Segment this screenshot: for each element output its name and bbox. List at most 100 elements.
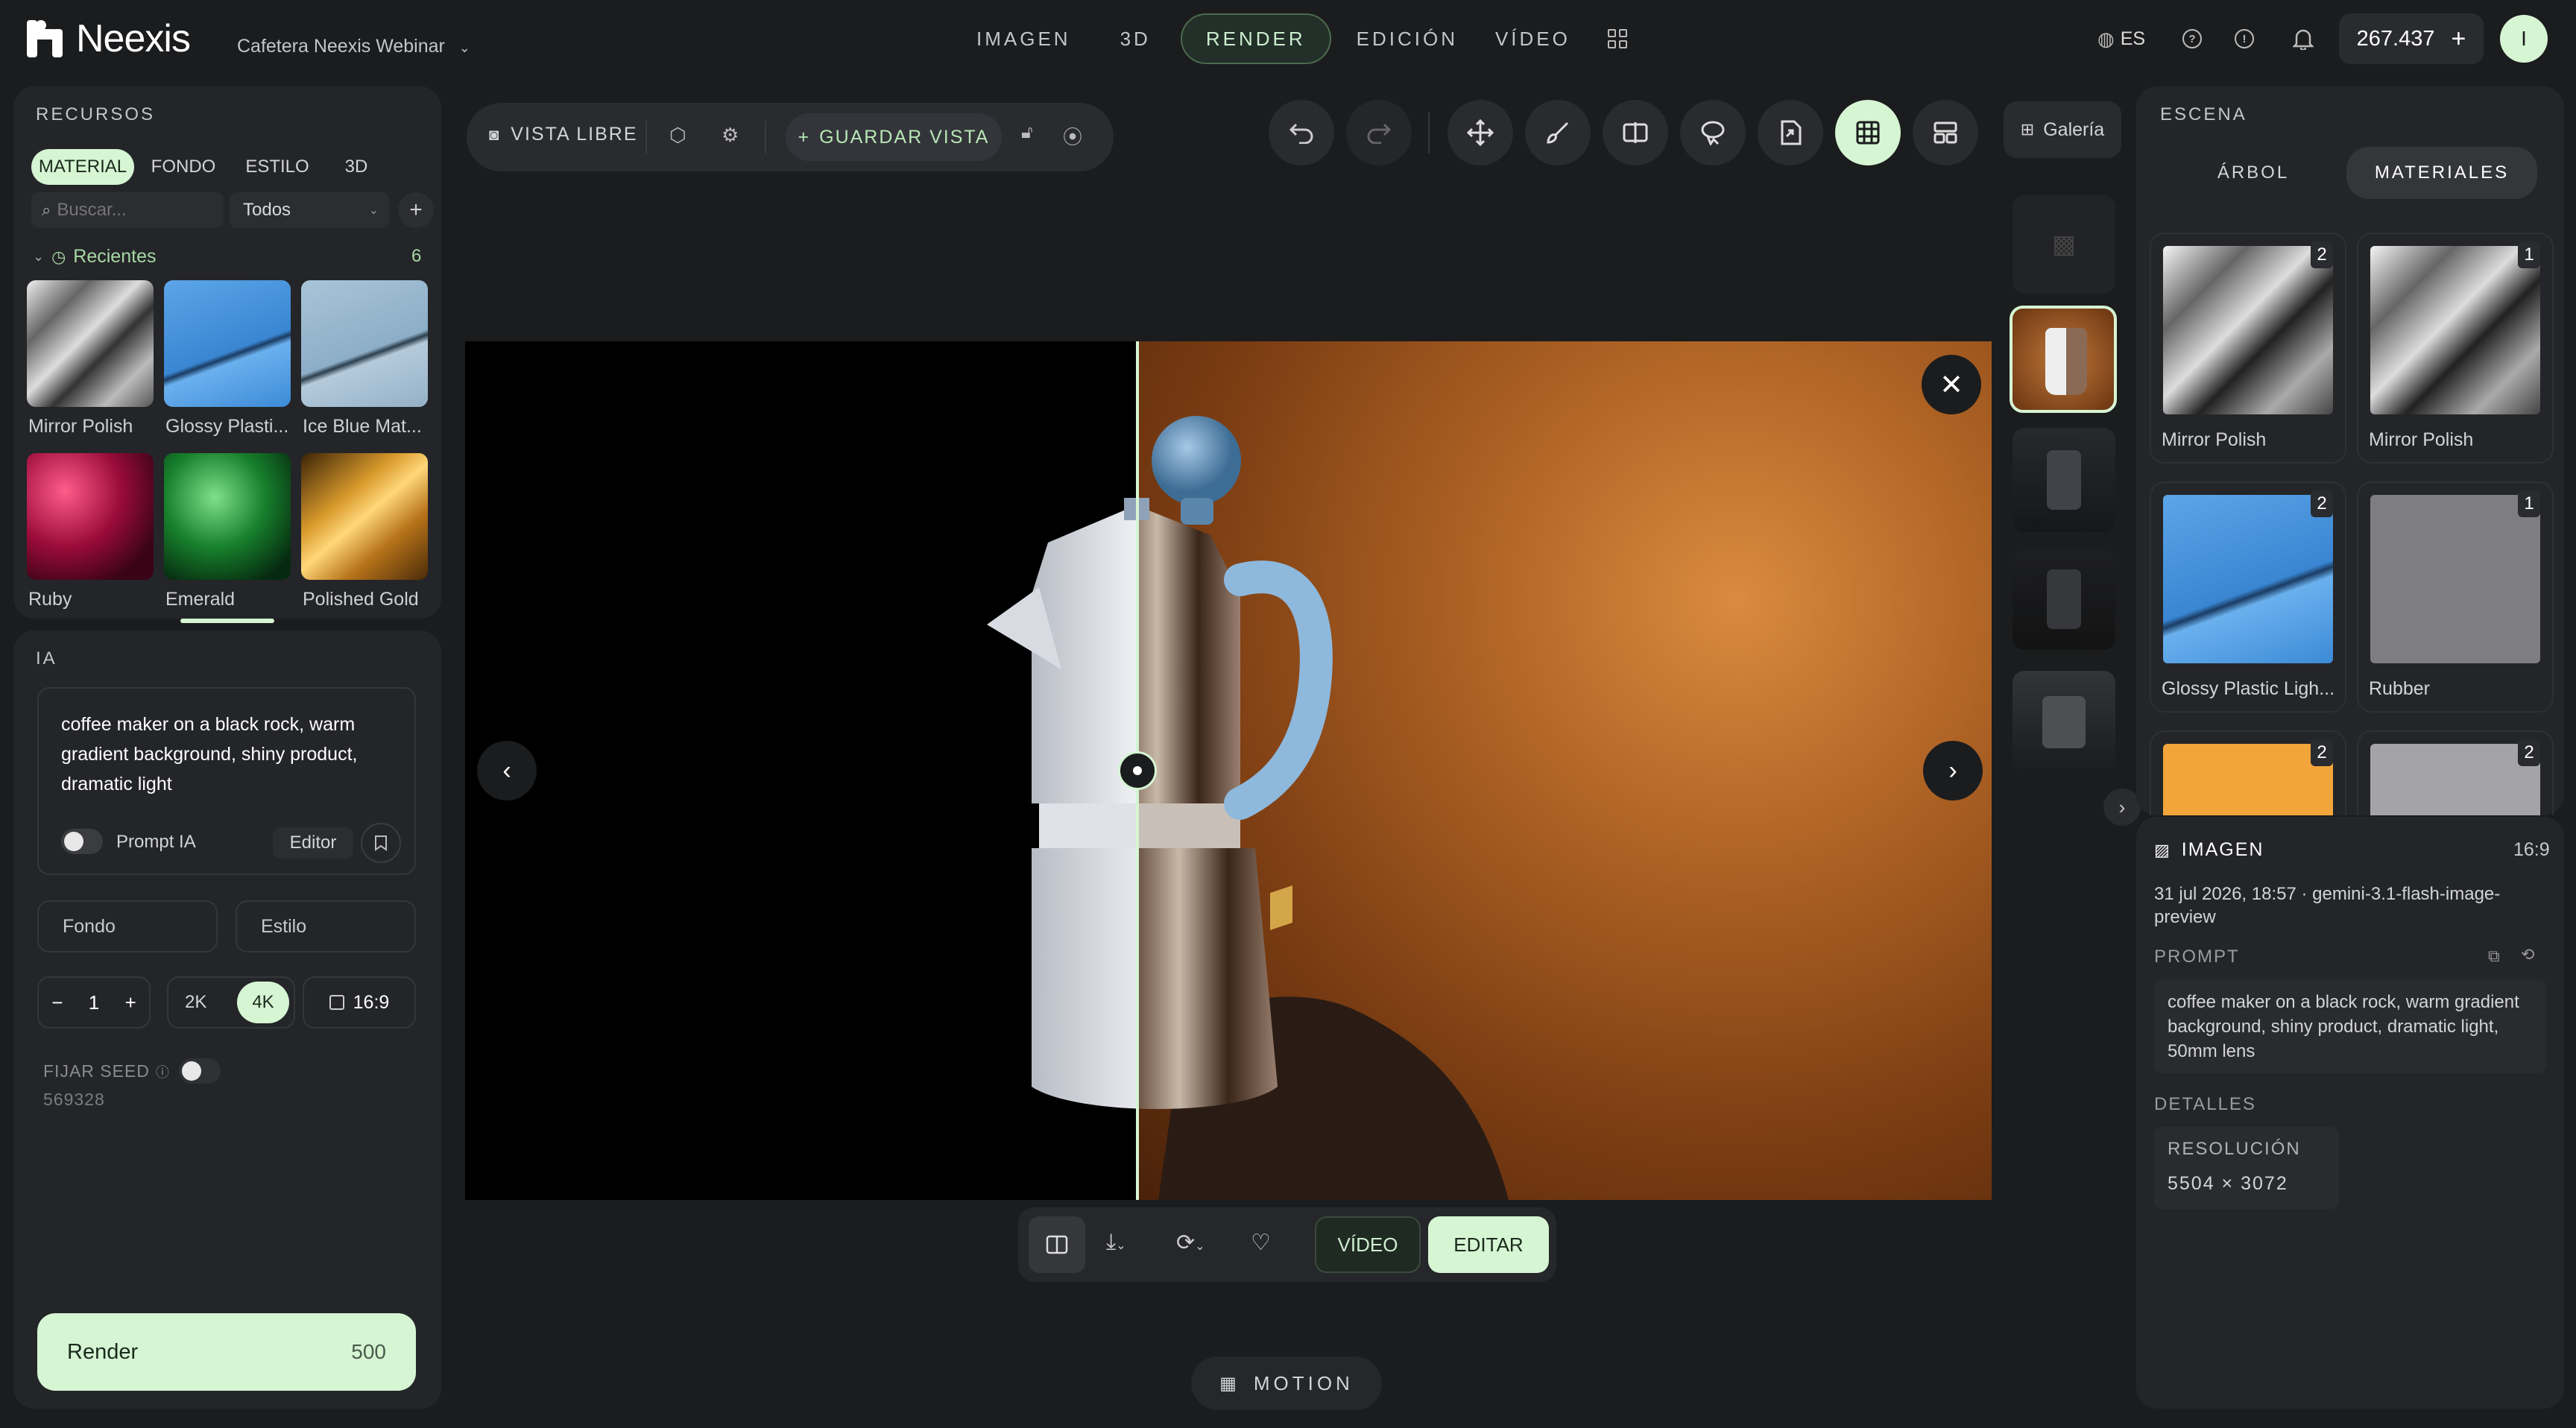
editor-button[interactable]: Editor (273, 827, 353, 859)
material-thumb-polished-gold[interactable] (301, 453, 428, 580)
scene-material-card[interactable]: 2 Mirror Polish (2150, 233, 2346, 464)
nav-3d[interactable]: 3D (1101, 13, 1170, 64)
bell-icon[interactable] (2293, 13, 2314, 64)
compare-handle[interactable] (1118, 751, 1157, 790)
gallery-placeholder-thumb[interactable]: ▩ (2012, 195, 2115, 294)
resolution-2k[interactable]: 2K (185, 992, 206, 1013)
scene-material-card[interactable]: 2 (2150, 730, 2346, 815)
cube-icon[interactable]: ⬡ (669, 124, 686, 147)
brand-name: Neexis (76, 17, 191, 60)
fondo-button[interactable]: Fondo (37, 900, 218, 952)
bookmark-icon[interactable] (361, 823, 401, 863)
film-icon: ▦ (1219, 1373, 1240, 1394)
reuse-prompt-icon[interactable]: ⟲ (2521, 945, 2534, 964)
tab-materiales[interactable]: MATERIALES (2346, 147, 2537, 199)
gallery-thumb[interactable] (2012, 428, 2115, 532)
lasso-icon[interactable] (1680, 100, 1746, 165)
filter-select[interactable]: Todos ⌄ (230, 192, 389, 228)
tab-material[interactable]: MATERIAL (31, 149, 134, 185)
avatar[interactable]: I (2500, 15, 2548, 63)
prompt-text[interactable]: coffee maker on a black rock, warm gradi… (61, 710, 389, 799)
tab-fondo[interactable]: FONDO (139, 149, 228, 185)
tab-arbol[interactable]: ÁRBOL (2160, 147, 2346, 199)
language-code: ES (2120, 28, 2146, 49)
brush-icon[interactable] (1525, 100, 1591, 165)
split-view-icon[interactable] (1029, 1216, 1085, 1273)
scene-tabs: ÁRBOL MATERIALES (2160, 145, 2540, 201)
compare-icon[interactable] (1603, 100, 1668, 165)
material-thumb-ice-blue[interactable] (301, 280, 428, 407)
gallery-thumb[interactable] (2012, 550, 2115, 650)
usage-count-badge: 2 (2311, 739, 2333, 766)
save-view-button[interactable]: + GUARDAR VISTA (786, 113, 1002, 161)
apps-grid-icon[interactable] (1607, 29, 1627, 48)
motion-button[interactable]: ▦ MOTION (1191, 1356, 1382, 1410)
scene-material-card[interactable]: 1 Rubber (2357, 481, 2554, 713)
motion-label: MOTION (1253, 1371, 1354, 1394)
scroll-indicator[interactable] (180, 619, 274, 623)
recents-count: 6 (411, 246, 422, 266)
seed-toggle[interactable] (179, 1058, 221, 1084)
project-selector[interactable]: Cafetera Neexis Webinar ⌄ (237, 36, 470, 57)
video-button[interactable]: VÍDEO (1315, 1216, 1421, 1273)
nav-edicion[interactable]: EDICIÓN (1342, 13, 1473, 64)
search-input[interactable]: ⌕ (31, 192, 224, 228)
previous-arrow-icon[interactable]: ‹ (477, 741, 537, 800)
recents-section-header[interactable]: ⌄ ◷ Recientes (33, 246, 156, 268)
material-thumb-mirror-polish[interactable] (27, 280, 154, 407)
plus-button[interactable]: + (125, 991, 136, 1014)
settings-icon[interactable]: ⚙ (722, 124, 739, 147)
scene-material-card[interactable]: 2 (2357, 730, 2554, 815)
scene-title: ESCENA (2160, 104, 2247, 124)
info-icon[interactable]: ! (2235, 29, 2254, 48)
regenerate-icon[interactable]: ⟳⌄ (1176, 1230, 1205, 1256)
material-thumb-emerald[interactable] (164, 453, 291, 580)
copy-icon[interactable]: ⧉ (2488, 947, 2500, 966)
grid-icon[interactable] (1835, 100, 1901, 165)
scene-material-card[interactable]: 1 Mirror Polish (2357, 233, 2554, 464)
material-preview (2163, 246, 2333, 414)
render-button[interactable]: Render 500 (37, 1313, 416, 1391)
heart-icon[interactable]: ♡ (1251, 1230, 1271, 1256)
render-image[interactable]: ✕ ‹ › (465, 341, 1992, 1200)
divider (645, 121, 647, 154)
tab-estilo[interactable]: ESTILO (233, 149, 322, 185)
search-field[interactable] (57, 200, 199, 221)
focus-icon[interactable]: ⦿ (1063, 122, 1082, 150)
next-arrow-icon[interactable]: › (1923, 741, 1983, 800)
add-resource-button[interactable]: + (398, 192, 434, 228)
expand-panel-arrow-icon[interactable]: › (2103, 789, 2141, 826)
gallery-thumb-active[interactable] (2010, 306, 2117, 413)
layout-icon[interactable] (1913, 100, 1978, 165)
nav-render[interactable]: RENDER (1180, 13, 1331, 64)
minus-button[interactable]: − (51, 991, 63, 1014)
close-icon[interactable]: ✕ (1922, 355, 1981, 414)
brand-logo[interactable]: Neexis (27, 16, 191, 61)
resolution-4k[interactable]: 4K (237, 982, 289, 1023)
material-thumb-glossy-plastic[interactable] (164, 280, 291, 407)
credits-button[interactable]: 267.437 + (2339, 13, 2484, 64)
material-thumb-ruby[interactable] (27, 453, 154, 580)
aspect-ratio-button[interactable]: 16:9 (303, 976, 416, 1029)
prompt-box[interactable]: coffee maker on a black rock, warm gradi… (37, 687, 416, 875)
view-mode-button[interactable]: ◙ VISTA LIBRE (489, 124, 638, 145)
gallery-thumb[interactable] (2012, 671, 2115, 775)
nav-imagen[interactable]: IMAGEN (947, 13, 1101, 64)
gallery-button[interactable]: ⊞ Galería (2004, 101, 2121, 158)
redo-icon[interactable] (1346, 100, 1412, 165)
undo-icon[interactable] (1269, 100, 1334, 165)
material-name: Rubber (2369, 678, 2430, 699)
lock-icon[interactable]: 🔓︎ (1021, 122, 1033, 143)
tab-3d[interactable]: 3D (326, 149, 386, 185)
move-icon[interactable] (1448, 100, 1513, 165)
download-icon[interactable]: ⤓⌄ (1106, 1230, 1126, 1255)
material-label: Mirror Polish (28, 416, 133, 437)
export-icon[interactable] (1758, 100, 1823, 165)
nav-video[interactable]: VÍDEO (1473, 13, 1593, 64)
edit-button[interactable]: EDITAR (1428, 1216, 1549, 1273)
scene-material-card[interactable]: 2 Glossy Plastic Ligh... (2150, 481, 2346, 713)
language-selector[interactable]: ◍ ES (2097, 13, 2145, 64)
prompt-ia-toggle[interactable] (61, 829, 103, 854)
help-icon[interactable]: ? (2182, 29, 2202, 48)
estilo-button[interactable]: Estilo (236, 900, 416, 952)
